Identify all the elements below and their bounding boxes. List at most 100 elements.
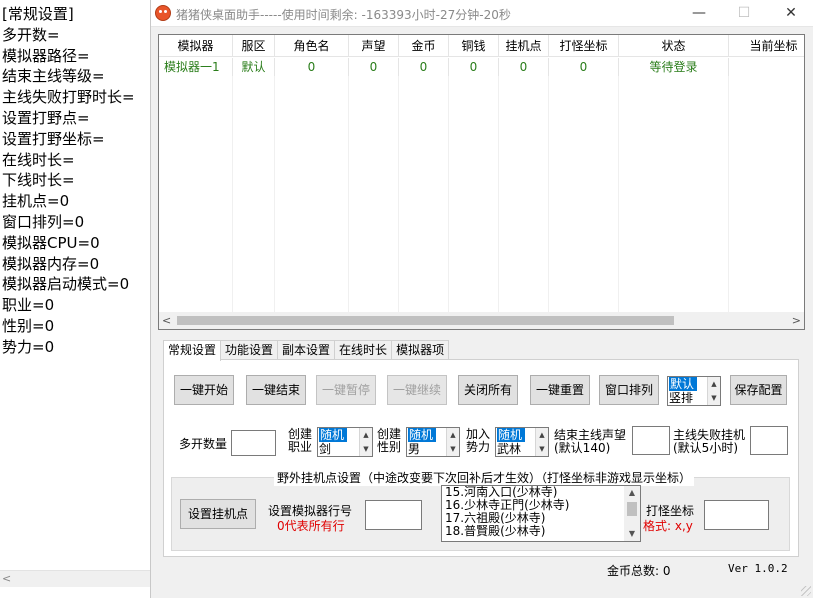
chevron-up-icon[interactable]: ▲ bbox=[624, 486, 640, 500]
chevron-left-icon[interactable]: < bbox=[2, 572, 11, 585]
tab-online-duration[interactable]: 在线时长 bbox=[334, 340, 393, 360]
column-header-server[interactable]: 服区 bbox=[233, 35, 275, 57]
cell-status: 等待登录 bbox=[619, 58, 729, 76]
column-header-role-name[interactable]: 角色名 bbox=[275, 35, 349, 57]
reset-all-button[interactable]: 一键重置 bbox=[530, 375, 590, 405]
chevron-up-icon[interactable]: ▲ bbox=[360, 428, 372, 442]
grid-line bbox=[498, 76, 499, 312]
editor-line: [常规设置] bbox=[2, 5, 74, 23]
maximize-button[interactable]: ☐ bbox=[721, 0, 767, 27]
main-fail-afk-input[interactable] bbox=[750, 426, 788, 455]
grid-line bbox=[274, 76, 275, 312]
spot-list-scrollbar[interactable]: ▲ ▼ bbox=[624, 486, 640, 541]
arrange-windows-button[interactable]: 窗口排列 bbox=[599, 375, 659, 405]
editor-line: 结束主线等级= bbox=[2, 67, 105, 86]
column-header-status[interactable]: 状态 bbox=[619, 35, 729, 57]
faction-list[interactable]: 随机 武林 ▲ ▼ bbox=[495, 427, 549, 457]
arrange-mode-list[interactable]: 默认 竖排 ▲ ▼ bbox=[667, 376, 721, 406]
job-list[interactable]: 随机 剑 ▲ ▼ bbox=[317, 427, 373, 457]
create-gender-label: 创建 性别 bbox=[377, 427, 402, 454]
end-main-reputation-input[interactable] bbox=[632, 426, 670, 455]
chevron-down-icon[interactable]: ▼ bbox=[536, 442, 548, 456]
editor-line: 设置打野坐标= bbox=[2, 129, 105, 148]
chevron-left-icon[interactable]: < bbox=[162, 312, 171, 329]
job-option-random[interactable]: 随机 bbox=[319, 428, 348, 442]
field-afk-spot-group: 野外挂机点设置（中途改变要下次回补后才生效）（打怪坐标非游戏显示坐标） 设置挂机… bbox=[171, 469, 790, 551]
fight-coord-input[interactable] bbox=[704, 500, 769, 530]
create-job-label: 创建 职业 bbox=[288, 427, 313, 454]
column-header-fight-coord[interactable]: 打怪坐标 bbox=[549, 35, 619, 57]
group-title: 野外挂机点设置（中途改变要下次回补后才生效）（打怪坐标非游戏显示坐标） bbox=[274, 469, 695, 486]
main-fail-afk-label: 主线失败挂机 (默认5小时) bbox=[673, 428, 746, 455]
grid-line bbox=[232, 76, 233, 312]
faction-spinner[interactable]: ▲ ▼ bbox=[535, 428, 548, 456]
column-header-reputation[interactable]: 声望 bbox=[349, 35, 399, 57]
column-header-afk-spot[interactable]: 挂机点 bbox=[499, 35, 549, 57]
scrollbar-thumb[interactable] bbox=[627, 502, 637, 516]
chevron-right-icon[interactable]: > bbox=[792, 312, 801, 329]
chevron-down-icon[interactable]: ▼ bbox=[360, 442, 372, 456]
end-all-button[interactable]: 一键结束 bbox=[246, 375, 306, 405]
chevron-up-icon[interactable]: ▲ bbox=[708, 377, 720, 391]
editor-line: 模拟器CPU=0 bbox=[2, 233, 100, 252]
chevron-up-icon[interactable]: ▲ bbox=[447, 428, 459, 442]
grid-line bbox=[398, 76, 399, 312]
title-bar[interactable]: 猪猪侠桌面助手-----使用时间剩余: -163393小时-27分钟-20秒 —… bbox=[151, 0, 813, 27]
close-all-button[interactable]: 关闭所有 bbox=[458, 375, 518, 405]
arrange-option-default[interactable]: 默认 bbox=[669, 377, 698, 391]
general-settings-panel: 一键开始 一键结束 一键暂停 一键继续 关闭所有 一键重置 窗口排列 默认 竖排… bbox=[163, 359, 799, 557]
gender-list[interactable]: 随机 男 ▲ ▼ bbox=[406, 427, 460, 457]
set-afk-spot-button[interactable]: 设置挂机点 bbox=[180, 499, 256, 529]
arrange-spinner[interactable]: ▲ ▼ bbox=[707, 377, 720, 405]
start-all-button[interactable]: 一键开始 bbox=[174, 375, 234, 405]
gender-option-random[interactable]: 随机 bbox=[408, 428, 437, 442]
tab-function-settings[interactable]: 功能设置 bbox=[220, 340, 279, 360]
column-header-current-coord[interactable]: 当前坐标 bbox=[729, 35, 804, 57]
tab-general-settings[interactable]: 常规设置 bbox=[163, 340, 222, 361]
job-spinner[interactable]: ▲ ▼ bbox=[359, 428, 372, 456]
emulator-row-input[interactable] bbox=[365, 500, 422, 530]
chevron-down-icon[interactable]: ▼ bbox=[447, 442, 459, 456]
editor-horizontal-scrollbar[interactable]: < bbox=[0, 570, 150, 587]
chevron-up-icon[interactable]: ▲ bbox=[536, 428, 548, 442]
editor-text-area[interactable]: [常规设置] 多开数= 模拟器路径= 结束主线等级= 主线失败打野时长= 设置打野点= 设置… bbox=[0, 0, 150, 358]
resume-all-button[interactable]: 一键继续 bbox=[387, 375, 447, 405]
column-header-copper[interactable]: 铜钱 bbox=[449, 35, 499, 57]
pause-all-button[interactable]: 一键暂停 bbox=[316, 375, 376, 405]
column-header-gold[interactable]: 金币 bbox=[399, 35, 449, 57]
cell-copper: 0 bbox=[449, 58, 499, 76]
end-main-reputation-label: 结束主线声望 (默认140) bbox=[554, 428, 627, 455]
grid-line bbox=[548, 76, 549, 312]
editor-line: 职业=0 bbox=[2, 296, 55, 315]
settings-tabs: 常规设置 功能设置 副本设置 在线时长 模拟器项 bbox=[163, 340, 450, 361]
list-horizontal-scrollbar[interactable]: < > bbox=[159, 312, 804, 329]
tab-emulator-options[interactable]: 模拟器项 bbox=[391, 340, 450, 360]
table-row[interactable]: 模拟器一1 默认 0 0 0 0 0 0 等待登录 bbox=[159, 58, 804, 76]
emulator-list[interactable]: 模拟器 服区 角色名 声望 金币 铜钱 挂机点 打怪坐标 状态 当前坐标 模拟器… bbox=[158, 34, 805, 330]
tab-dungeon-settings[interactable]: 副本设置 bbox=[277, 340, 336, 360]
fight-coord-format-hint: 格式: x,y bbox=[643, 519, 693, 533]
chevron-down-icon[interactable]: ▼ bbox=[708, 391, 720, 405]
save-config-button[interactable]: 保存配置 bbox=[730, 375, 787, 405]
cell-gold: 0 bbox=[399, 58, 449, 76]
list-item[interactable]: 18.普賢殿(少林寺) bbox=[442, 525, 640, 538]
faction-option-random[interactable]: 随机 bbox=[497, 428, 526, 442]
grid-line bbox=[448, 76, 449, 312]
list-header: 模拟器 服区 角色名 声望 金币 铜钱 挂机点 打怪坐标 状态 当前坐标 bbox=[159, 35, 804, 57]
gender-spinner[interactable]: ▲ ▼ bbox=[446, 428, 459, 456]
window-title: 猪猪侠桌面助手-----使用时间剩余: -163393小时-27分钟-20秒 bbox=[176, 8, 511, 22]
editor-line: 性别=0 bbox=[2, 316, 55, 335]
multi-open-input[interactable] bbox=[231, 430, 276, 456]
afk-spot-list[interactable]: 15.河南入口(少林寺) 16.少林寺正門(少林寺) 17.六祖殿(少林寺) 1… bbox=[441, 485, 641, 542]
close-button[interactable]: ✕ bbox=[768, 0, 813, 27]
scrollbar-thumb[interactable] bbox=[177, 316, 674, 325]
resize-grip-icon[interactable] bbox=[801, 586, 811, 596]
cell-server: 默认 bbox=[233, 58, 275, 76]
minimize-button[interactable]: — bbox=[676, 0, 722, 27]
editor-line: 挂机点=0 bbox=[2, 192, 70, 211]
chevron-down-icon[interactable]: ▼ bbox=[624, 527, 640, 541]
background-text-editor[interactable]: [常规设置] 多开数= 模拟器路径= 结束主线等级= 主线失败打野时长= 设置打野点= 设置… bbox=[0, 0, 150, 598]
column-header-emulator[interactable]: 模拟器 bbox=[159, 35, 233, 57]
gold-total-status: 金币总数: 0 bbox=[607, 564, 671, 578]
editor-line: 模拟器路径= bbox=[2, 46, 90, 65]
